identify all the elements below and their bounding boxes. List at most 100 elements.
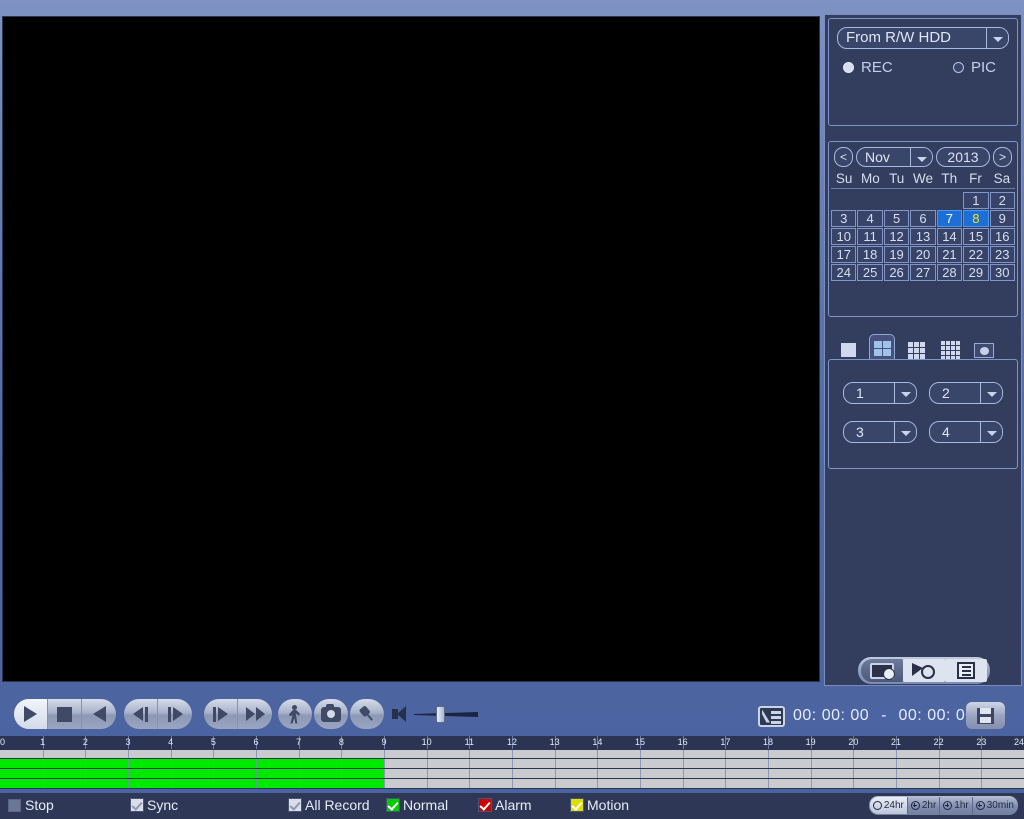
- timeline-ruler[interactable]: 0 1 2 3 4 5 6 7 8 9 10 11 12 13 14 15 16 17 18 19 20 21 22 23 24: [0, 736, 1024, 749]
- prev-month-button[interactable]: <: [834, 147, 853, 167]
- zoom-level-1hr[interactable]: 1hr: [940, 797, 973, 814]
- calendar-day-8[interactable]: 8: [963, 210, 989, 227]
- timeline-track-ch4[interactable]: [0, 779, 1024, 789]
- calendar-day-22[interactable]: 22: [963, 246, 989, 263]
- chevron-down-icon[interactable]: [894, 422, 916, 442]
- calendar-day-13[interactable]: 13: [910, 228, 936, 245]
- play-button[interactable]: [14, 699, 48, 729]
- save-clip-button[interactable]: [966, 702, 1005, 729]
- channel-select-2[interactable]: 2: [929, 382, 1003, 404]
- calendar-day-14[interactable]: 14: [936, 228, 963, 245]
- legend-alarm[interactable]: Alarm: [478, 797, 532, 813]
- sync-toggle[interactable]: Sync: [130, 797, 178, 813]
- channel-select-4[interactable]: 4: [929, 421, 1003, 443]
- speaker-icon[interactable]: [392, 706, 410, 722]
- chevron-down-icon[interactable]: [910, 148, 932, 166]
- legend-normal[interactable]: Normal: [386, 797, 448, 813]
- calendar-day-20[interactable]: 20: [910, 246, 936, 263]
- volume-track[interactable]: [414, 712, 478, 717]
- record-segment[interactable]: [0, 779, 384, 788]
- calendar-day-25[interactable]: 25: [857, 264, 883, 281]
- timeline-tracks[interactable]: [0, 749, 1024, 789]
- clip-icon[interactable]: [758, 705, 785, 727]
- calendar-day-24[interactable]: 24: [831, 264, 857, 281]
- calendar-day-1[interactable]: 1: [963, 192, 989, 209]
- calendar-day-9[interactable]: 9: [989, 210, 1015, 227]
- chevron-down-icon[interactable]: [980, 383, 1002, 403]
- month-select[interactable]: Nov: [856, 147, 933, 167]
- timeline-track-ch1[interactable]: [0, 749, 1024, 759]
- clip-start-time[interactable]: 00: 00: 00: [793, 707, 869, 725]
- calendar-day-18[interactable]: 18: [857, 246, 883, 263]
- calendar-day-23[interactable]: 23: [989, 246, 1015, 263]
- video-display-area[interactable]: [2, 16, 820, 682]
- fast-play-button[interactable]: [238, 699, 272, 729]
- layout-tab-split-4[interactable]: [869, 334, 895, 361]
- snapshot-button[interactable]: [314, 699, 348, 729]
- pin-icon: [356, 703, 379, 726]
- clip-end-time[interactable]: 00: 00: 00: [899, 707, 975, 725]
- layout-tab-fisheye[interactable]: [971, 339, 997, 361]
- calendar-day-26[interactable]: 26: [883, 264, 910, 281]
- calendar-day-2[interactable]: 2: [989, 192, 1015, 209]
- previous-frame-button[interactable]: [124, 699, 158, 729]
- volume-control[interactable]: [392, 699, 478, 729]
- calendar-day-10[interactable]: 10: [831, 228, 857, 245]
- calendar-day-28[interactable]: 28: [936, 264, 963, 281]
- track-gridline: [725, 779, 727, 788]
- smart-motion-button[interactable]: [278, 699, 312, 729]
- chevron-down-icon[interactable]: [894, 383, 916, 403]
- calendar-day-29[interactable]: 29: [963, 264, 989, 281]
- channel-select-1[interactable]: 1: [843, 382, 917, 404]
- zoom-level-2hr[interactable]: 2hr: [908, 797, 941, 814]
- calendar-day-27[interactable]: 27: [910, 264, 936, 281]
- reverse-play-button[interactable]: [82, 699, 116, 729]
- source-select[interactable]: From R/W HDD: [837, 27, 1009, 49]
- legend-motion[interactable]: Motion: [570, 797, 629, 813]
- radio-pic[interactable]: PIC: [953, 59, 996, 76]
- layout-tab-split-16[interactable]: [937, 339, 963, 361]
- calendar-day-6[interactable]: 6: [910, 210, 936, 227]
- ruler-label-24: 24: [1013, 737, 1024, 747]
- timeline-track-ch2[interactable]: [0, 759, 1024, 769]
- chevron-down-icon[interactable]: [980, 422, 1002, 442]
- stop-button[interactable]: [48, 699, 82, 729]
- calendar-day-7[interactable]: 7: [936, 210, 963, 227]
- calendar-day-21[interactable]: 21: [936, 246, 963, 263]
- zoom-level-24hr[interactable]: 24hr: [869, 797, 908, 814]
- calendar-day-19[interactable]: 19: [883, 246, 910, 263]
- calendar-day-15[interactable]: 15: [963, 228, 989, 245]
- smart-search-button[interactable]: [903, 659, 945, 682]
- timeline-track-ch3[interactable]: [0, 769, 1024, 779]
- calendar-day-30[interactable]: 30: [989, 264, 1015, 281]
- timeline[interactable]: 0 1 2 3 4 5 6 7 8 9 10 11 12 13 14 15 16 17 18 19 20 21 22 23 24: [0, 736, 1024, 792]
- calendar-day-16[interactable]: 16: [989, 228, 1015, 245]
- record-segment[interactable]: [0, 769, 384, 778]
- legend-all-record[interactable]: All Record: [288, 797, 370, 813]
- calendar-day-17[interactable]: 17: [831, 246, 857, 263]
- next-frame-button[interactable]: [158, 699, 192, 729]
- file-list-button[interactable]: [945, 659, 987, 682]
- radio-rec[interactable]: REC: [843, 59, 953, 76]
- calendar-day-3[interactable]: 3: [831, 210, 857, 227]
- year-value[interactable]: 2013: [936, 147, 990, 167]
- channel-select-3[interactable]: 3: [843, 421, 917, 443]
- weekday-fr: Fr: [969, 171, 982, 186]
- zoom-level-30min[interactable]: 30min: [973, 797, 1017, 814]
- chevron-down-icon[interactable]: [986, 28, 1008, 48]
- slow-play-button[interactable]: [204, 699, 238, 729]
- calendar-day-5[interactable]: 5: [883, 210, 910, 227]
- record-segment[interactable]: [0, 759, 384, 768]
- mark-button[interactable]: [350, 699, 384, 729]
- layout-tab-split-1[interactable]: [835, 339, 861, 361]
- volume-thumb[interactable]: [436, 706, 445, 723]
- next-month-button[interactable]: >: [993, 147, 1012, 167]
- track-gridline: [512, 769, 513, 778]
- calendar-day-12[interactable]: 12: [883, 228, 910, 245]
- calendar-day-11[interactable]: 11: [857, 228, 883, 245]
- check-icon: [478, 798, 492, 812]
- card-search-button[interactable]: [861, 659, 903, 682]
- layout-tab-split-9[interactable]: [903, 339, 929, 361]
- calendar-day-4[interactable]: 4: [857, 210, 883, 227]
- track-gridline: [640, 769, 641, 778]
